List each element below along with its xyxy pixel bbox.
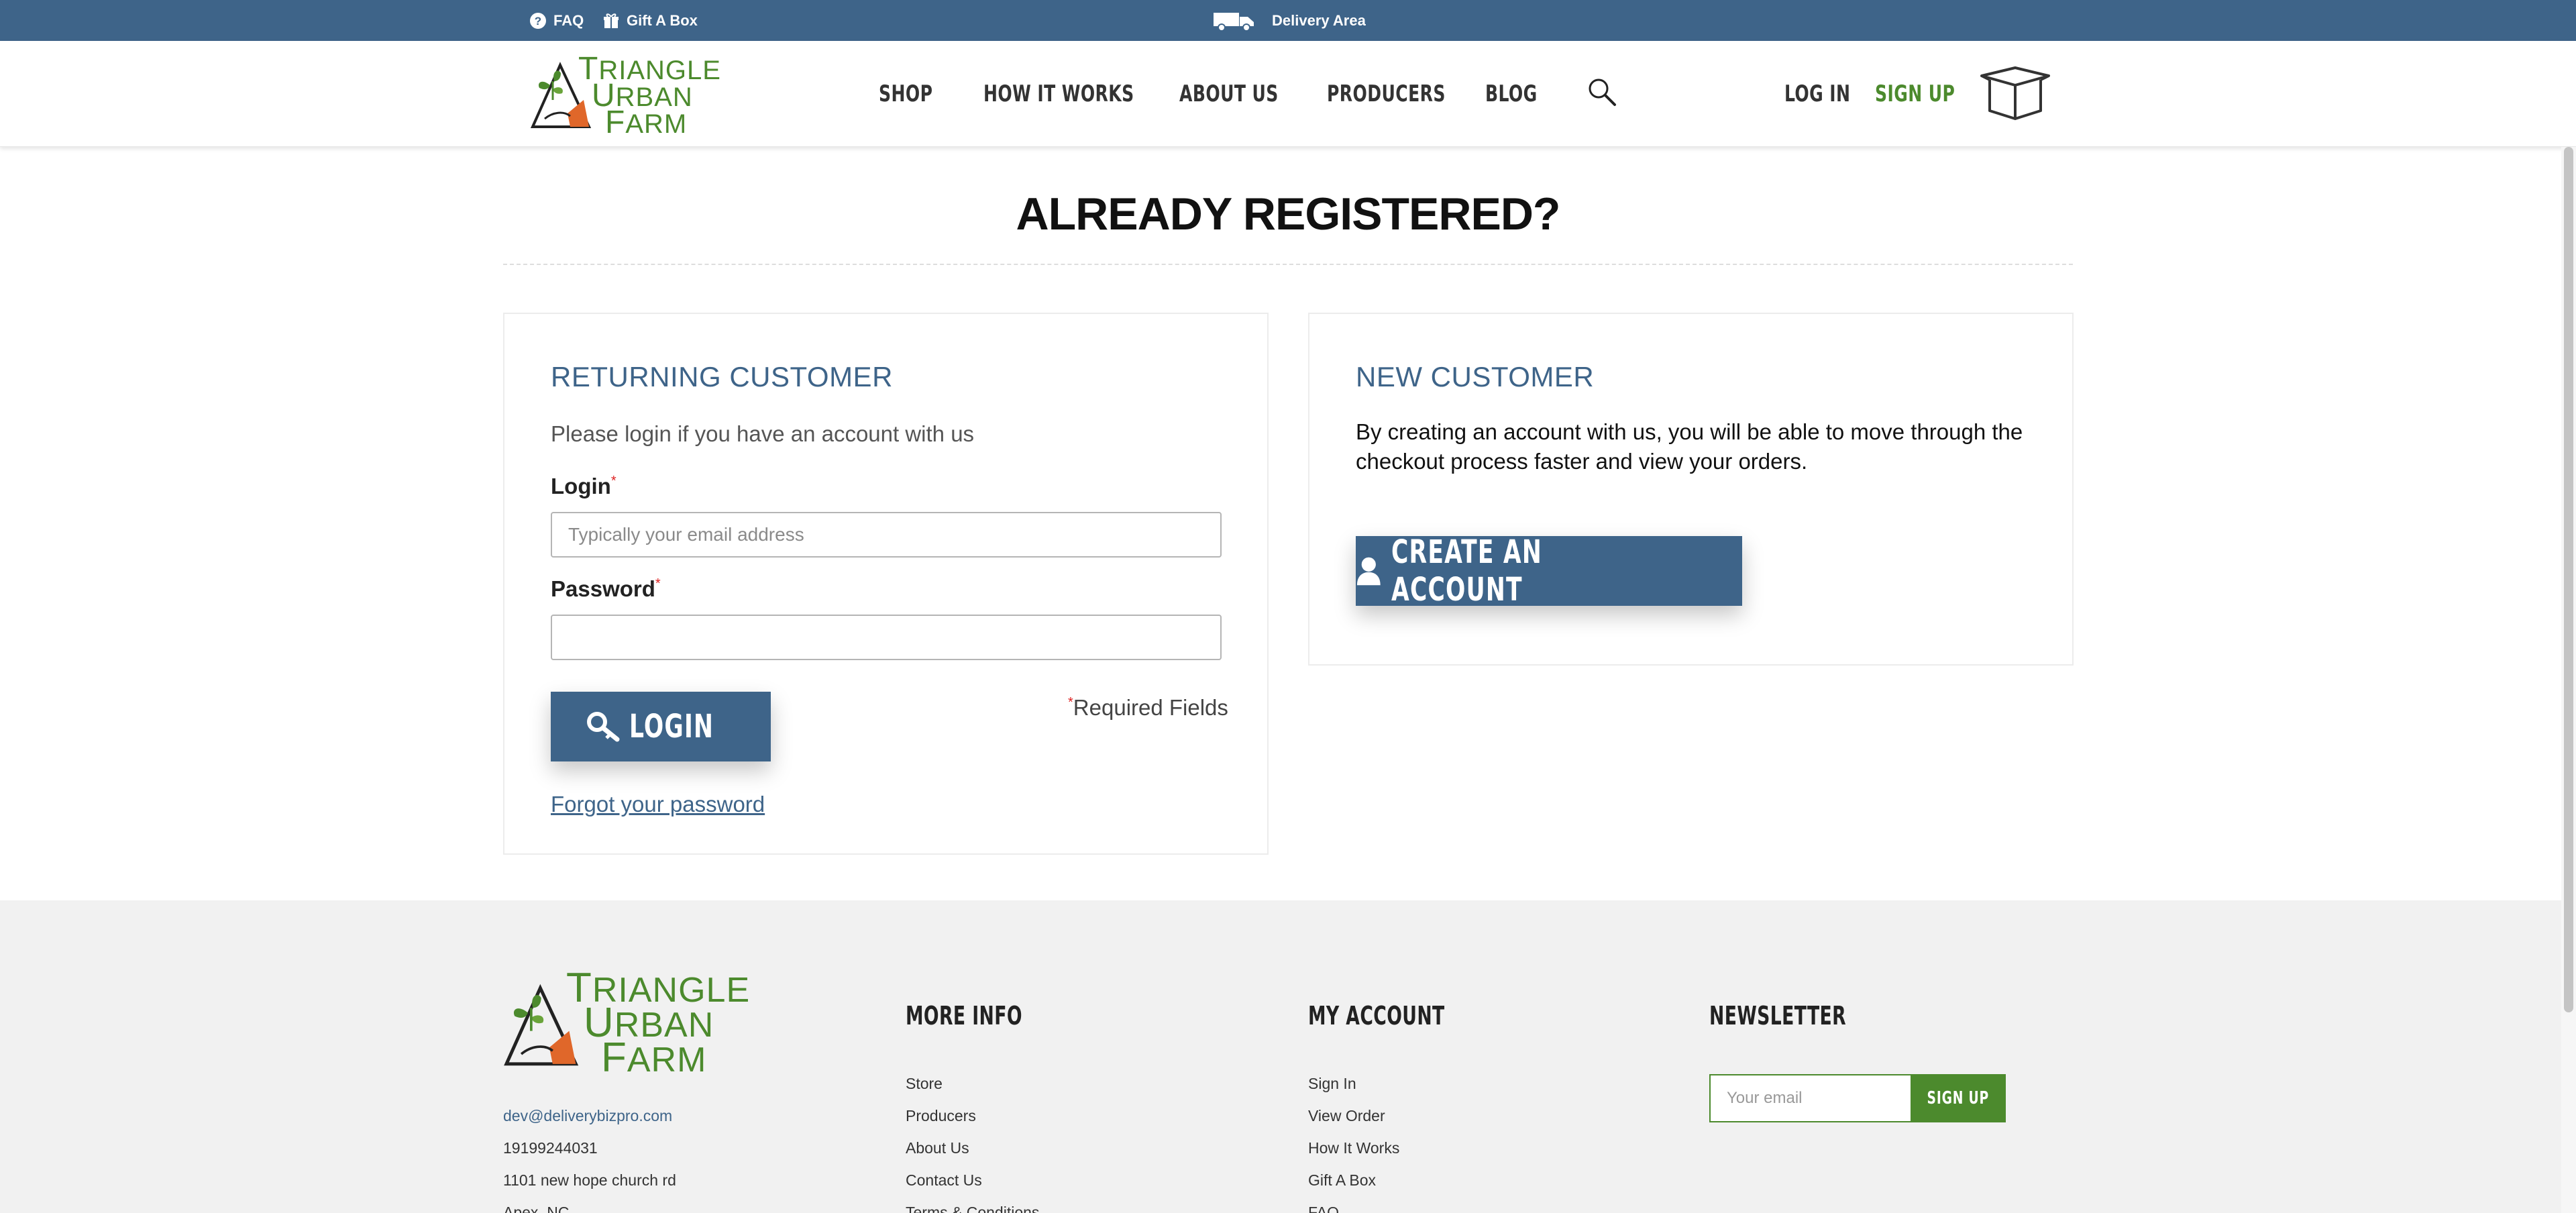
footer-link-how-it-works[interactable]: How It Works: [1308, 1139, 1399, 1157]
create-account-button[interactable]: CREATE AN ACCOUNT: [1356, 533, 1742, 609]
truck-icon: [1214, 12, 1254, 32]
footer-address-line2: Apex, NC: [503, 1204, 570, 1213]
footer-link-view-order[interactable]: View Order: [1308, 1107, 1385, 1125]
login-required-mark: *: [610, 474, 616, 488]
nav-shop[interactable]: SHOP: [879, 41, 932, 147]
footer-link-gift-a-box[interactable]: Gift A Box: [1308, 1171, 1376, 1190]
nav-blog[interactable]: BLOG: [1485, 41, 1538, 147]
title-divider: [503, 264, 2073, 265]
returning-customer-panel: RETURNING CUSTOMER Please login if you h…: [503, 313, 1269, 855]
password-required-mark: *: [655, 576, 661, 591]
search-icon: [1589, 78, 1616, 106]
logo-line3: ARM: [625, 109, 688, 139]
cart-button[interactable]: [1978, 66, 2053, 123]
nav-log-in[interactable]: LOG IN: [1784, 41, 1850, 147]
nav-about-us[interactable]: ABOUT US: [1179, 41, 1279, 147]
gift-a-box-label: Gift A Box: [627, 11, 698, 29]
new-customer-title: NEW CUSTOMER: [1356, 361, 1595, 392]
login-field-label: Login*: [551, 474, 616, 499]
logo-line1: RIANGLE: [598, 56, 721, 85]
footer-link-contact-us[interactable]: Contact Us: [906, 1171, 982, 1190]
logo-f-initial: F: [605, 105, 626, 140]
footer-address-line1: 1101 new hope church rd: [503, 1171, 676, 1189]
delivery-area-label: Delivery Area: [1272, 11, 1366, 29]
login-button-label: LOGIN: [629, 708, 714, 745]
forgot-password-link[interactable]: Forgot your password: [551, 792, 765, 817]
footer-email-link[interactable]: dev@deliverybizpro.com: [503, 1107, 672, 1125]
login-label-text: Login: [551, 474, 611, 498]
gift-a-box-link[interactable]: Gift A Box: [602, 0, 698, 41]
faq-label: FAQ: [553, 11, 584, 29]
top-bar: ? FAQ Gift A Box Delivery Area: [0, 0, 2576, 41]
footer-link-terms[interactable]: Terms & Conditions: [906, 1204, 1039, 1213]
required-fields-text: Required Fields: [1073, 695, 1228, 720]
returning-customer-intro: Please login if you have an account with…: [551, 421, 975, 446]
user-icon: [1356, 557, 1381, 586]
footer-phone: 19199244031: [503, 1139, 598, 1157]
nav-how-it-works[interactable]: HOW IT WORKS: [983, 41, 1134, 147]
delivery-area-link[interactable]: Delivery Area: [1213, 0, 1366, 41]
footer-logo-line1: RIANGLE: [592, 971, 751, 1010]
footer-logo-line3: ARM: [627, 1041, 707, 1079]
login-input[interactable]: [551, 512, 1222, 558]
key-icon: [587, 712, 620, 742]
footer-newsletter-heading: NEWSLETTER: [1709, 1001, 1847, 1031]
faq-link[interactable]: ? FAQ: [529, 0, 584, 41]
footer-logo-line2: RBAN: [614, 1006, 714, 1045]
box-icon: [1980, 66, 2050, 120]
required-fields-note: *Required Fields: [1068, 695, 1228, 721]
footer-more-info-heading: MORE INFO: [906, 1001, 1022, 1031]
new-customer-text: By creating an account with us, you will…: [1356, 419, 2023, 474]
new-customer-panel: NEW CUSTOMER By creating an account with…: [1308, 313, 2074, 666]
newsletter-sign-up-label: SIGN UP: [1927, 1088, 1990, 1108]
footer-logo[interactable]: TRIANGLE URBAN FARM: [503, 967, 749, 1079]
question-circle-icon: ?: [530, 12, 546, 29]
login-button[interactable]: LOGIN: [551, 692, 771, 761]
footer-logo-f-initial: F: [601, 1035, 627, 1081]
newsletter-sign-up-button[interactable]: SIGN UP: [1911, 1074, 2006, 1122]
password-label-text: Password: [551, 576, 655, 601]
returning-customer-title: RETURNING CUSTOMER: [551, 361, 893, 392]
site-footer: TRIANGLE URBAN FARM dev@deliverybizpro.c…: [0, 900, 2576, 1213]
footer-link-about-us[interactable]: About Us: [906, 1139, 969, 1157]
create-account-button-label: CREATE AN ACCOUNT: [1391, 533, 1542, 609]
newsletter-email-input[interactable]: [1709, 1074, 1911, 1122]
nav-producers[interactable]: PRODUCERS: [1327, 41, 1446, 147]
password-field-label: Password*: [551, 576, 661, 602]
password-input[interactable]: [551, 615, 1222, 660]
footer-link-store[interactable]: Store: [906, 1075, 943, 1093]
svg-text:?: ?: [535, 15, 541, 28]
footer-link-producers[interactable]: Producers: [906, 1107, 976, 1125]
gift-icon: [604, 13, 619, 28]
footer-my-account-heading: MY ACCOUNT: [1308, 1001, 1445, 1031]
site-header: TRIANGLE URBAN FARM SHOP HOW IT WORKS AB…: [0, 41, 2576, 147]
footer-link-sign-in[interactable]: Sign In: [1308, 1075, 1356, 1093]
footer-link-faq[interactable]: FAQ: [1308, 1204, 1339, 1213]
nav-sign-up[interactable]: SIGN UP: [1875, 41, 1955, 147]
page-scrollbar-thumb[interactable]: [2564, 147, 2573, 1012]
search-button[interactable]: [1587, 77, 1617, 110]
header-logo[interactable]: TRIANGLE URBAN FARM: [530, 53, 720, 139]
required-fields-mark: *: [1068, 695, 1073, 710]
page-title: ALREADY REGISTERED?: [1016, 189, 1561, 240]
logo-line2: RBAN: [615, 83, 693, 112]
